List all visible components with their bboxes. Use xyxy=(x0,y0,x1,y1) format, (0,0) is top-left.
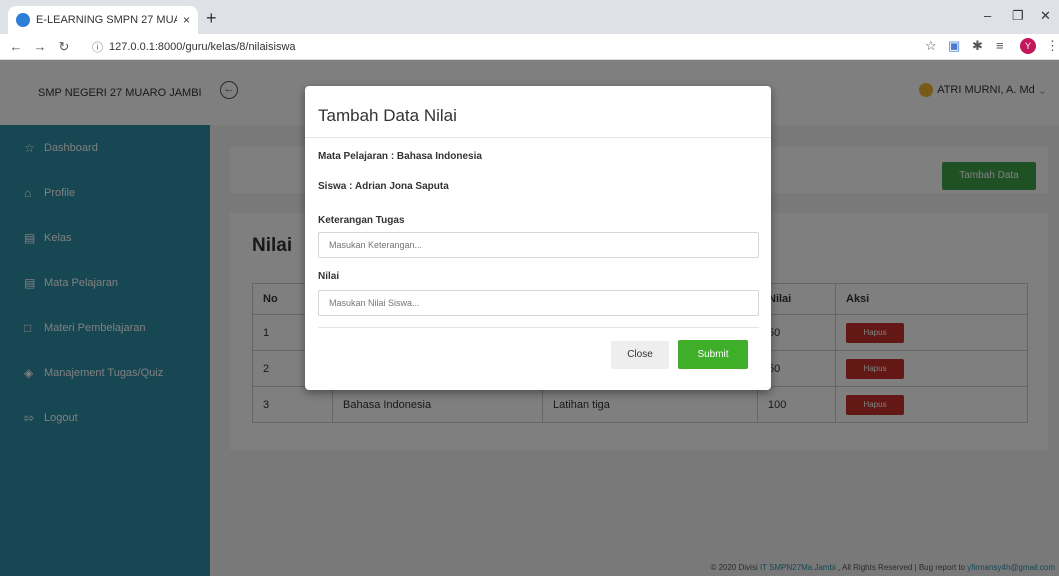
modal-footer-divider xyxy=(318,327,759,328)
close-button[interactable]: Close xyxy=(611,341,669,369)
reload-icon[interactable]: ↻ xyxy=(52,39,76,55)
extensions-puzzle-icon[interactable]: ✱ xyxy=(972,38,983,54)
back-icon[interactable]: ← xyxy=(4,39,28,54)
nilai-input[interactable] xyxy=(318,290,759,316)
browser-menu-icon[interactable]: ⋮ xyxy=(1046,38,1059,54)
keterangan-label: Keterangan Tugas xyxy=(318,215,405,226)
close-window-icon[interactable]: ✕ xyxy=(1040,8,1051,24)
new-tab-icon[interactable]: + xyxy=(206,8,217,28)
nilai-label: Nilai xyxy=(318,271,340,282)
address-bar[interactable]: ⓘ 127.0.0.1:8000/guru/kelas/8/nilaisiswa xyxy=(92,37,922,57)
browser-profile-avatar[interactable]: Y xyxy=(1020,38,1036,54)
bookmark-star-icon[interactable]: ☆ xyxy=(925,38,937,54)
browser-tabstrip: E-LEARNING SMPN 27 MUARO J × + – ❐ ✕ xyxy=(0,0,1059,34)
forward-icon[interactable]: → xyxy=(28,39,52,54)
student-label: Siswa : Adrian Jona Saputa xyxy=(318,181,449,192)
browser-tab[interactable]: E-LEARNING SMPN 27 MUARO J × xyxy=(8,6,198,34)
tab-close-icon[interactable]: × xyxy=(183,13,190,27)
submit-button[interactable]: Submit xyxy=(678,340,748,369)
modal-divider xyxy=(305,137,771,138)
keterangan-input[interactable] xyxy=(318,232,759,258)
translate-extension-icon[interactable]: ▣ xyxy=(948,38,960,54)
minimize-icon[interactable]: – xyxy=(984,8,991,23)
tab-title: E-LEARNING SMPN 27 MUARO J xyxy=(36,14,177,26)
browser-toolbar: ← → ↻ ⓘ 127.0.0.1:8000/guru/kelas/8/nila… xyxy=(0,34,1059,60)
add-nilai-modal: Tambah Data Nilai Mata Pelajaran : Bahas… xyxy=(305,86,771,390)
site-info-icon[interactable]: ⓘ xyxy=(92,39,103,55)
modal-title: Tambah Data Nilai xyxy=(318,106,457,125)
url-text: 127.0.0.1:8000/guru/kelas/8/nilaisiswa xyxy=(109,41,296,53)
subject-label: Mata Pelajaran : Bahasa Indonesia xyxy=(318,151,482,162)
restore-icon[interactable]: ❐ xyxy=(1012,8,1024,24)
reading-list-icon[interactable]: ≡ xyxy=(996,38,1004,53)
site-favicon-icon xyxy=(16,13,30,27)
